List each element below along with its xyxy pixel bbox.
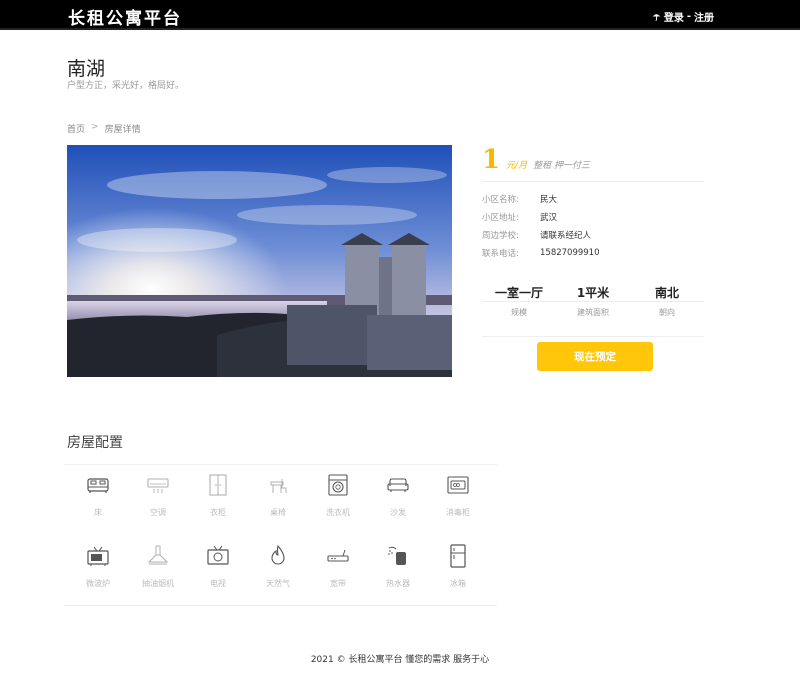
sterilizer-icon bbox=[447, 476, 469, 494]
gas-flame-icon bbox=[271, 544, 285, 565]
spec-label: 规模 bbox=[511, 308, 527, 317]
spec-value: 1平米 bbox=[576, 286, 610, 300]
amenity-label: 热水器 bbox=[386, 579, 410, 588]
amenity-label: 抽油烟机 bbox=[142, 579, 174, 588]
amenity-label: 消毒柜 bbox=[446, 508, 470, 517]
page-subtitle: 户型方正，采光好，格局好。 bbox=[67, 81, 185, 91]
divider bbox=[64, 464, 497, 465]
amenity-gas: 天然气 bbox=[248, 539, 308, 601]
register-link[interactable]: 注册 bbox=[694, 9, 714, 24]
amenity-washing-machine: 洗衣机 bbox=[308, 468, 368, 530]
spec-label: 建筑面积 bbox=[577, 308, 609, 317]
wardrobe-icon bbox=[209, 474, 227, 496]
amenity-microwave: 微波炉 bbox=[68, 539, 128, 601]
detail-label: 小区名称: bbox=[482, 195, 519, 205]
amenity-broadband: 宽带 bbox=[308, 539, 368, 601]
price-amount: 1 bbox=[482, 145, 501, 175]
listing-info-panel: 1 元/月 整租 押一付三 小区名称: 民大 小区地址: 武汉 周边学校: 请联… bbox=[482, 145, 704, 302]
amenity-fridge: 冰箱 bbox=[428, 539, 488, 601]
umbrella-icon bbox=[652, 14, 660, 21]
router-icon bbox=[327, 549, 349, 562]
amenity-bed: 床 bbox=[68, 468, 128, 530]
spec-orientation: 南北 朝向 bbox=[632, 284, 702, 318]
price-unit: 元/月 bbox=[506, 161, 528, 171]
divider bbox=[64, 605, 497, 606]
spec-label: 朝向 bbox=[659, 308, 675, 317]
detail-row-schools: 周边学校: 请联系经纪人 bbox=[482, 226, 704, 244]
amenity-sofa: 沙发 bbox=[368, 468, 428, 530]
washing-machine-icon bbox=[328, 474, 348, 496]
amenity-label: 电视 bbox=[210, 579, 226, 588]
divider bbox=[482, 336, 704, 337]
detail-value: 民大 bbox=[540, 195, 558, 205]
spec-area: 1平米 建筑面积 bbox=[558, 284, 628, 318]
breadcrumb-current: 房屋详情 bbox=[104, 125, 141, 135]
microwave-icon bbox=[87, 546, 109, 566]
auth-links: 登录 - 注册 bbox=[652, 9, 714, 24]
spec-value: 南北 bbox=[654, 286, 679, 300]
amenity-wardrobe: 衣柜 bbox=[188, 468, 248, 530]
amenity-label: 沙发 bbox=[390, 508, 406, 517]
sofa-icon bbox=[387, 478, 409, 492]
price-row: 1 元/月 整租 押一付三 bbox=[482, 145, 704, 182]
air-conditioner-icon bbox=[147, 478, 169, 493]
tv-icon bbox=[207, 545, 229, 565]
amenity-label: 衣柜 bbox=[210, 508, 226, 517]
amenity-label: 微波炉 bbox=[86, 579, 110, 588]
top-navbar: 长租公寓平台 登录 - 注册 bbox=[0, 0, 800, 30]
amenity-water-heater: 热水器 bbox=[368, 539, 428, 601]
detail-row-community: 小区名称: 民大 bbox=[482, 190, 704, 208]
amenity-tv: 电视 bbox=[188, 539, 248, 601]
property-specs: 一室一厅 规模 1平米 建筑面积 南北 朝向 bbox=[482, 284, 704, 318]
breadcrumb-separator: > bbox=[91, 122, 99, 132]
range-hood-icon bbox=[147, 545, 169, 565]
fridge-icon bbox=[450, 544, 466, 568]
breadcrumb-home[interactable]: 首页 bbox=[67, 122, 85, 135]
login-link[interactable]: 登录 bbox=[664, 9, 684, 24]
auth-separator: - bbox=[686, 11, 691, 22]
detail-row-phone: 联系电话: 15827099910 bbox=[482, 244, 704, 262]
spec-value: 一室一厅 bbox=[494, 286, 543, 300]
amenity-air-conditioner: 空调 bbox=[128, 468, 188, 530]
footer-text: 2021 © 长租公寓平台 懂您的需求 服务于心 bbox=[310, 655, 490, 665]
brand-logo[interactable]: 长租公寓平台 bbox=[68, 4, 182, 29]
amenity-label: 桌椅 bbox=[270, 508, 286, 517]
amenity-label: 洗衣机 bbox=[326, 508, 350, 517]
config-section-title: 房屋配置 bbox=[67, 435, 123, 451]
amenity-desk-chair: 桌椅 bbox=[248, 468, 308, 530]
detail-value: 武汉 bbox=[540, 213, 558, 223]
detail-label: 小区地址: bbox=[482, 213, 519, 223]
rental-terms: 整租 押一付三 bbox=[533, 161, 591, 171]
amenity-label: 天然气 bbox=[266, 579, 290, 588]
amenity-grid: 床 空调 衣柜 桌椅 洗衣机 沙发 消毒柜 微波炉 抽油烟机 电视 天然气 宽带… bbox=[68, 468, 488, 601]
breadcrumb: 首页 > 房屋详情 bbox=[67, 122, 141, 135]
amenity-label: 床 bbox=[94, 508, 102, 517]
amenity-sterilizer: 消毒柜 bbox=[428, 468, 488, 530]
detail-value: 15827099910 bbox=[540, 248, 600, 258]
listing-photo bbox=[67, 145, 452, 377]
spec-layout: 一室一厅 规模 bbox=[484, 284, 554, 318]
reserve-now-button[interactable]: 现在预定 bbox=[537, 342, 653, 371]
page-title: 南湖 bbox=[67, 59, 106, 80]
amenity-label: 空调 bbox=[150, 508, 166, 517]
detail-label: 联系电话: bbox=[482, 249, 519, 259]
amenity-range-hood: 抽油烟机 bbox=[128, 539, 188, 601]
amenity-label: 冰箱 bbox=[450, 579, 466, 588]
water-heater-icon bbox=[388, 546, 406, 565]
detail-row-address: 小区地址: 武汉 bbox=[482, 208, 704, 226]
bed-icon bbox=[87, 478, 109, 493]
detail-label: 周边学校: bbox=[482, 231, 519, 241]
desk-chair-icon bbox=[270, 479, 287, 493]
amenity-label: 宽带 bbox=[330, 579, 346, 588]
detail-value: 请联系经纪人 bbox=[540, 231, 592, 241]
